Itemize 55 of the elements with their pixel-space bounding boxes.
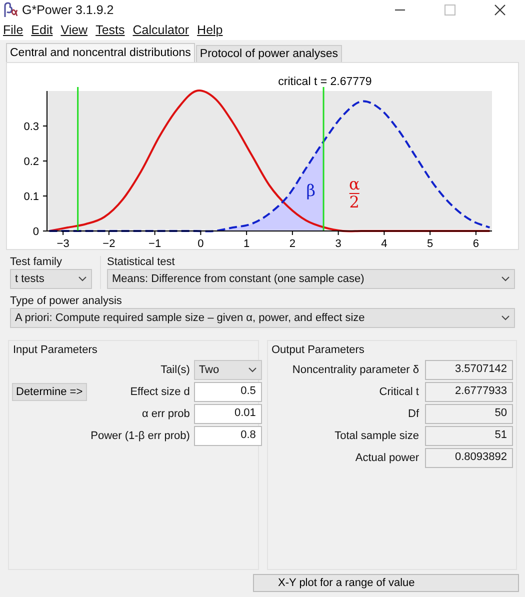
y-tick-label: 0.1 — [24, 191, 39, 203]
x-tick-label: 5 — [427, 238, 434, 249]
field-label: Tail(s) — [160, 364, 190, 376]
menu-item[interactable]: Help — [197, 23, 223, 37]
x-tick-label: 6 — [472, 238, 479, 249]
input-field[interactable]: 0.5 — [194, 382, 262, 402]
output-field: 3.5707142 — [425, 360, 513, 380]
field-label: Noncentrality parameter δ — [291, 364, 419, 376]
field-label: Total sample size — [334, 430, 419, 442]
field-label: Df — [407, 408, 419, 420]
menu-item[interactable]: File — [3, 23, 24, 37]
x-tick-label: 2 — [289, 238, 296, 249]
menu-item[interactable]: Calculator — [132, 23, 190, 37]
analysis-type-dropdown[interactable]: A priori: Compute required sample size – given α, power, and effect size — [10, 308, 515, 328]
tails-dropdown[interactable]: Two — [194, 360, 262, 380]
field-label: Effect size d — [129, 386, 190, 398]
x-tick-label: 3 — [335, 238, 342, 249]
panel-title: Input Parameters — [12, 344, 98, 356]
y-tick-label: 0.3 — [24, 121, 39, 133]
field-label: Actual power — [354, 452, 419, 464]
y-tick-label: 0.2 — [24, 156, 39, 168]
tab[interactable]: Central and noncentral distributions — [6, 43, 195, 62]
menu-item[interactable]: Edit — [31, 23, 53, 37]
x-tick-label: 4 — [381, 238, 388, 249]
field-label: Statistical test — [107, 256, 176, 268]
field-label: Critical t — [378, 386, 419, 398]
field-label: α err prob — [140, 408, 190, 420]
field-label: Power (1-β err prob) — [90, 430, 190, 442]
tab[interactable]: Protocol of power analyses — [196, 45, 342, 62]
alpha-label: α — [348, 174, 360, 194]
input-field[interactable]: 0.01 — [194, 404, 262, 424]
xy-plot-button[interactable]: X-Y plot for a range of value — [253, 574, 519, 592]
output-field: 2.6777933 — [425, 382, 513, 402]
test-family-dropdown[interactable]: t tests — [10, 269, 92, 289]
x-tick-label: −1 — [148, 238, 162, 249]
denominator-label: 2 — [349, 192, 360, 212]
beta-label: β — [306, 181, 316, 200]
output-field: 0.8093892 — [425, 448, 513, 468]
field-label: Test family — [10, 256, 63, 268]
input-field[interactable]: 0.8 — [194, 426, 262, 446]
menu-item[interactable]: Tests — [96, 23, 125, 37]
chart-title: critical t = 2.67779 — [278, 76, 372, 88]
determine-button[interactable]: Determine => — [12, 383, 87, 401]
panel-title: Output Parameters — [270, 344, 366, 356]
menu-item[interactable]: View — [60, 23, 88, 37]
output-field: 51 — [425, 426, 513, 446]
statistical-test-dropdown[interactable]: Means: Difference from constant (one sample case) — [107, 269, 515, 289]
x-tick-label: 0 — [198, 238, 204, 249]
window-title: G*Power 3.1.9.2 — [22, 3, 114, 17]
x-tick-label: 1 — [244, 238, 250, 249]
x-tick-label: −3 — [56, 238, 70, 249]
output-field: 50 — [425, 404, 513, 424]
x-tick-label: −2 — [102, 238, 116, 249]
field-label: Type of power analysis — [10, 295, 123, 307]
y-tick-label: 0 — [32, 226, 39, 238]
